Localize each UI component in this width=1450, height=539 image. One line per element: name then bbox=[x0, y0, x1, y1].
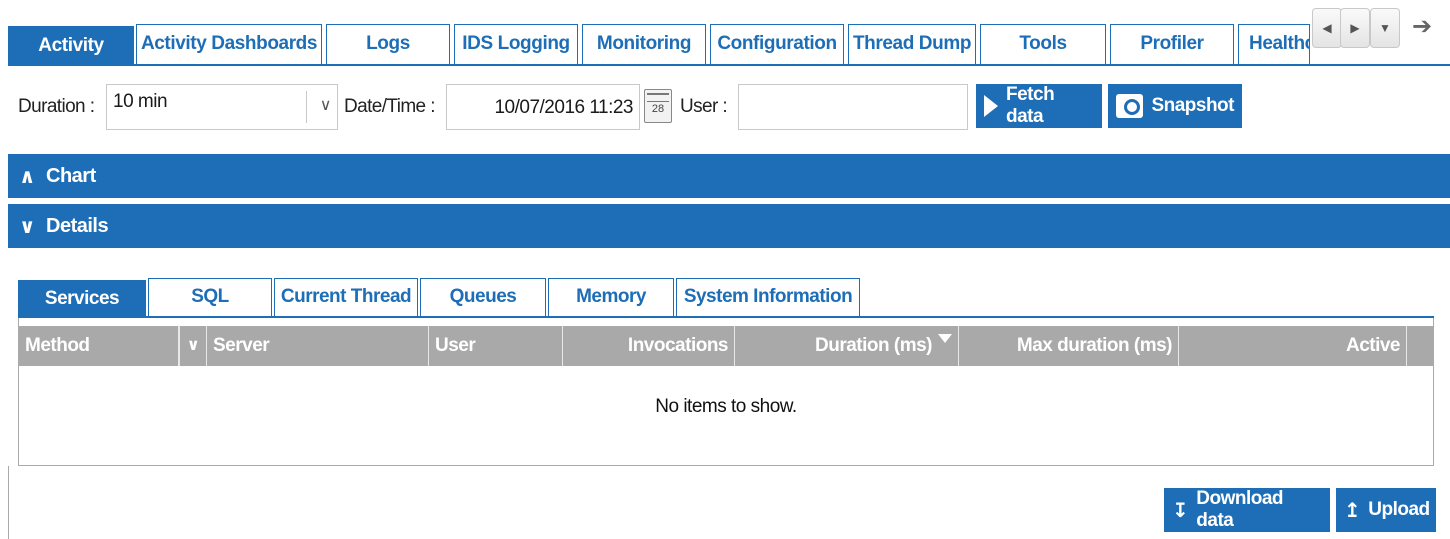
column-user[interactable]: User bbox=[429, 326, 563, 366]
user-label: User : bbox=[680, 96, 728, 117]
datetime-value: 10/07/2016 11:23 bbox=[494, 97, 633, 118]
datetime-label: Date/Time : bbox=[344, 96, 435, 117]
tab-ids-logging[interactable]: IDS Logging bbox=[454, 24, 578, 64]
caret-down-icon[interactable]: ▼ bbox=[1370, 8, 1400, 48]
chevron-down-icon[interactable]: ∨ bbox=[320, 95, 332, 115]
grid-header: Method ∨ Server User Invocations Duratio… bbox=[19, 326, 1433, 366]
fetch-data-button[interactable]: Fetch data bbox=[976, 84, 1102, 128]
subtab-system-information[interactable]: System Information bbox=[676, 278, 860, 316]
select-divider bbox=[306, 91, 307, 123]
play-icon bbox=[984, 95, 998, 117]
upload-button[interactable]: ↥ Upload bbox=[1336, 488, 1436, 532]
user-input[interactable] bbox=[738, 84, 968, 130]
tab-thread-dump[interactable]: Thread Dump bbox=[848, 24, 976, 64]
column-server[interactable]: Server bbox=[207, 326, 429, 366]
download-data-button[interactable]: ↧ Download data bbox=[1164, 488, 1330, 532]
column-method[interactable]: Method bbox=[19, 326, 179, 366]
duration-label: Duration : bbox=[18, 96, 95, 117]
chevron-down-icon: ∨ bbox=[19, 215, 35, 238]
duration-select[interactable]: 10 min ∨ bbox=[106, 84, 338, 130]
chevron-down-icon[interactable]: ∨ bbox=[179, 326, 207, 366]
tab-healthcheck[interactable]: Healthc bbox=[1238, 24, 1310, 64]
tab-logs[interactable]: Logs bbox=[326, 24, 450, 64]
calendar-icon[interactable]: 28 bbox=[644, 89, 672, 123]
chevron-up-icon: ∧ bbox=[19, 165, 35, 188]
tab-bar-underline bbox=[8, 64, 1450, 66]
tab-tools[interactable]: Tools bbox=[980, 24, 1106, 64]
subtab-queues[interactable]: Queues bbox=[420, 278, 546, 316]
column-max-duration[interactable]: Max duration (ms) bbox=[959, 326, 1179, 366]
panel-border bbox=[8, 466, 9, 539]
column-invocations[interactable]: Invocations bbox=[563, 326, 735, 366]
services-grid: Method ∨ Server User Invocations Duratio… bbox=[18, 318, 1434, 466]
subtab-sql[interactable]: SQL bbox=[148, 278, 272, 316]
tab-configuration[interactable]: Configuration bbox=[710, 24, 844, 64]
download-icon: ↧ bbox=[1172, 499, 1189, 522]
duration-value: 10 min bbox=[113, 91, 168, 112]
tab-profiler[interactable]: Profiler bbox=[1110, 24, 1234, 64]
tab-activity[interactable]: Activity bbox=[8, 26, 134, 66]
upload-icon: ↥ bbox=[1344, 499, 1361, 522]
sort-desc-icon bbox=[938, 334, 952, 343]
chart-section-header[interactable]: ∧ Chart bbox=[8, 154, 1450, 198]
column-duration[interactable]: Duration (ms) bbox=[735, 326, 959, 366]
tab-activity-dashboards[interactable]: Activity Dashboards bbox=[136, 24, 322, 64]
main-tab-bar: Activity Activity Dashboards Logs IDS Lo… bbox=[0, 0, 1450, 66]
column-active[interactable]: Active bbox=[1179, 326, 1407, 366]
caret-right-icon[interactable]: ▶ bbox=[1340, 8, 1370, 48]
snapshot-button[interactable]: Snapshot bbox=[1108, 84, 1242, 128]
tab-monitoring[interactable]: Monitoring bbox=[582, 24, 706, 64]
subtab-current-thread[interactable]: Current Thread bbox=[274, 278, 418, 316]
subtab-memory[interactable]: Memory bbox=[548, 278, 674, 316]
details-section-header[interactable]: ∨ Details bbox=[8, 204, 1450, 248]
logout-icon[interactable]: ➔ bbox=[1402, 6, 1442, 46]
subtab-services[interactable]: Services bbox=[18, 280, 146, 318]
camera-icon bbox=[1116, 94, 1144, 118]
empty-message: No items to show. bbox=[655, 396, 797, 417]
datetime-input[interactable]: 10/07/2016 11:23 bbox=[446, 84, 640, 130]
caret-left-icon[interactable]: ◀ bbox=[1312, 8, 1342, 48]
